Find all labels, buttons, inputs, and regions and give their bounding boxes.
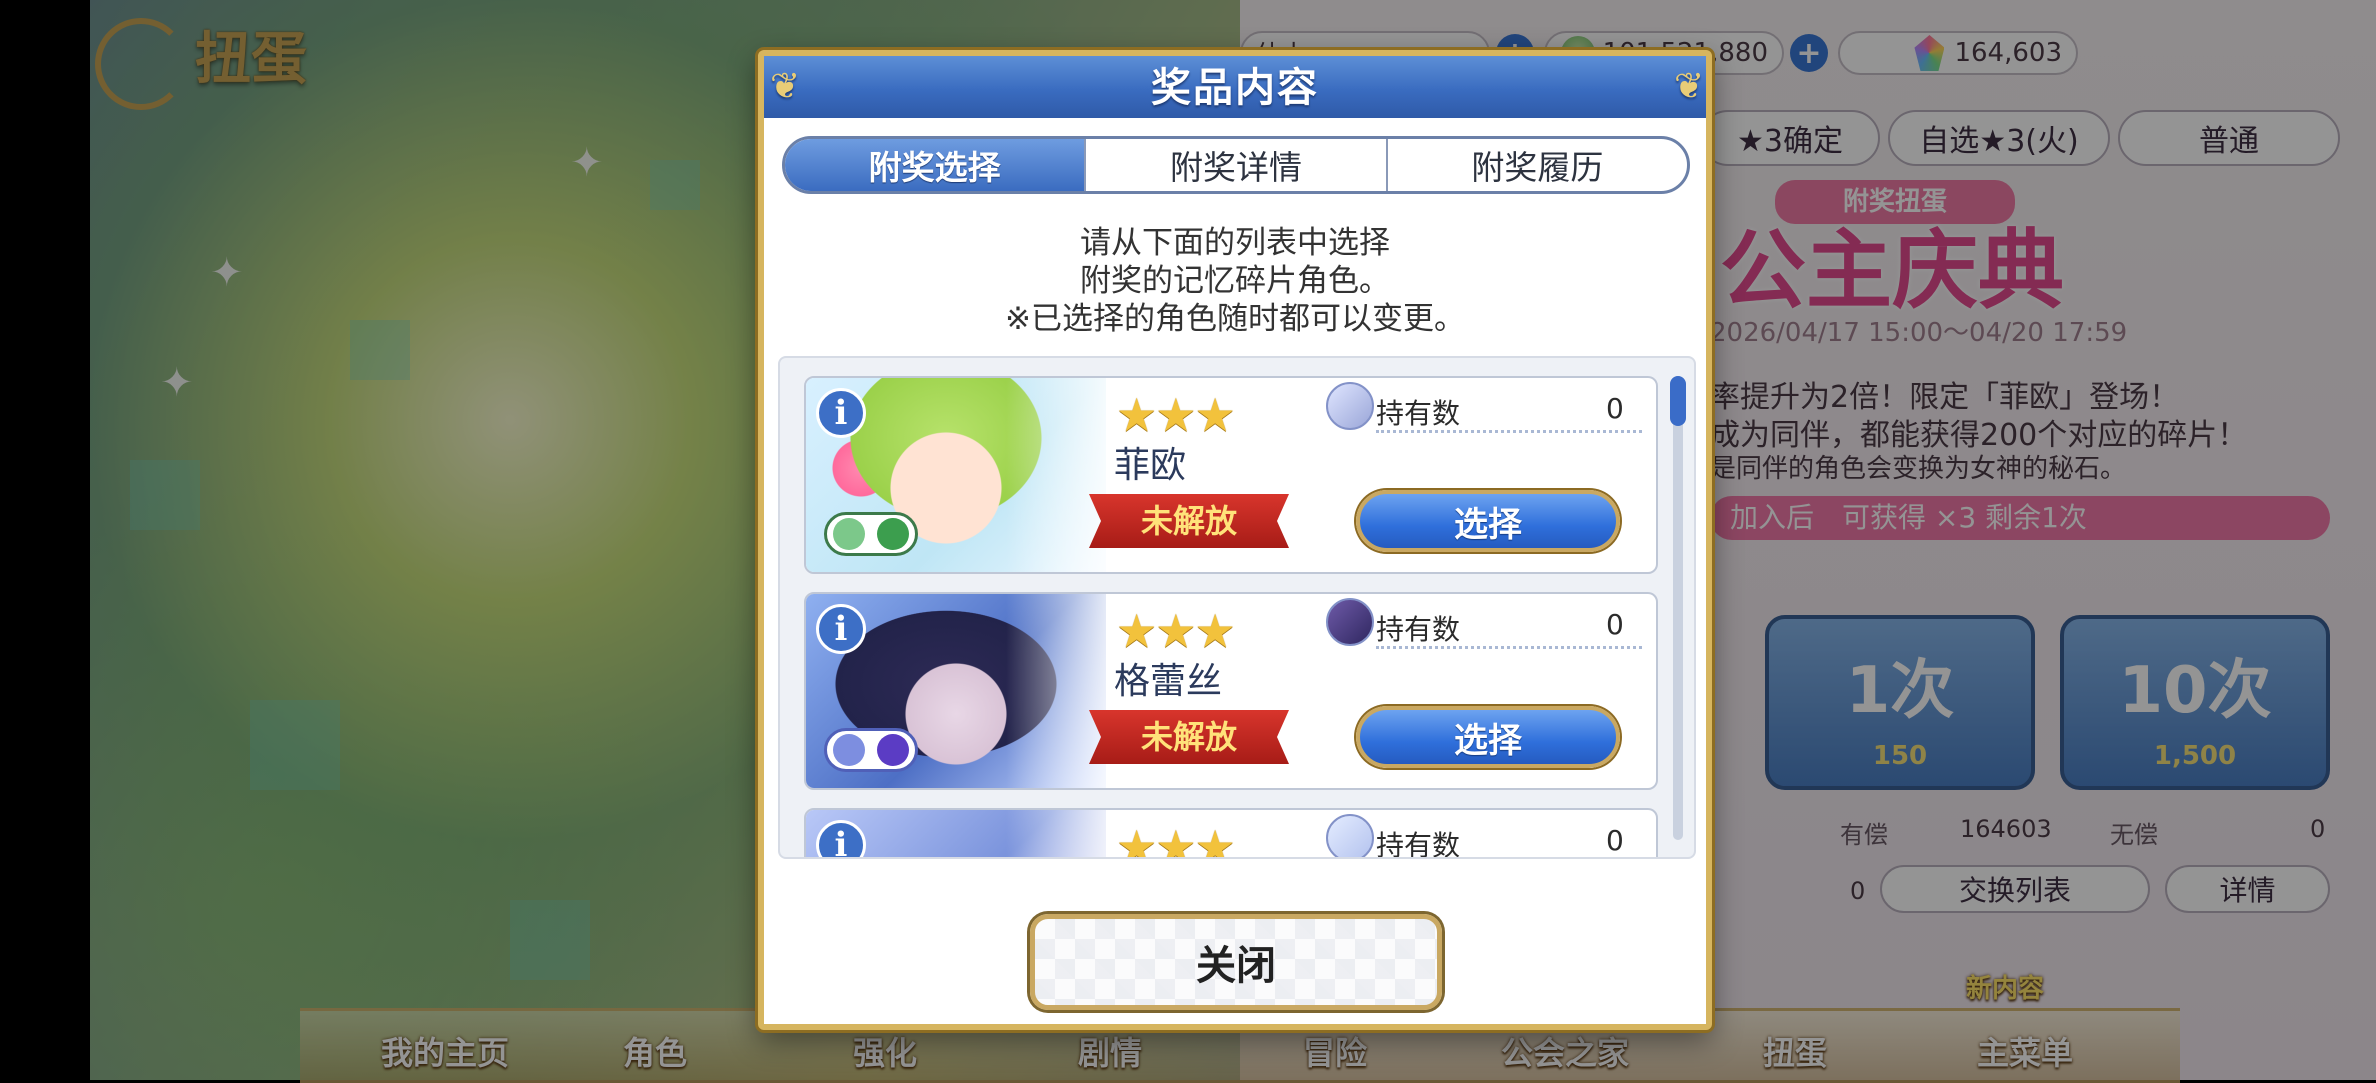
role-badge-icon — [824, 728, 918, 772]
header-ornament-right-icon: ❦ — [1674, 66, 1707, 107]
owned-count-label: 持有数 — [1376, 829, 1461, 859]
rarity-stars: ★★★ — [1116, 604, 1236, 658]
prize-content-dialog: 奖品内容 ❦ ❦ 附奖选择 附奖详情 附奖履历 请从下面的列表中选择 附奖的记忆… — [758, 50, 1712, 1030]
info-icon[interactable]: i — [816, 604, 866, 654]
memory-piece-icon — [1326, 814, 1374, 857]
instruction-line-2: 附奖的记忆碎片角色。 — [1080, 263, 1390, 299]
rarity-stars: ★★★ — [1116, 820, 1236, 859]
locked-status-badge: 未解放 — [1089, 494, 1289, 548]
dialog-tabs: 附奖选择 附奖详情 附奖履历 — [782, 136, 1690, 194]
character-card-3: i ★★★ 持有数 0 — [804, 808, 1658, 859]
select-button[interactable]: 选择 — [1356, 490, 1620, 552]
owned-divider — [1376, 646, 1642, 649]
character-list[interactable]: i ★★★ 菲欧 未解放 持有数 0 选择 i ★★★ 格蕾丝 未解放 持有数 … — [778, 356, 1696, 859]
role-badge-icon — [824, 512, 918, 556]
memory-piece-icon — [1326, 382, 1374, 430]
owned-count-value: 0 — [1606, 824, 1624, 857]
owned-count-value: 0 — [1606, 608, 1624, 641]
info-icon[interactable]: i — [816, 388, 866, 438]
list-scrollbar[interactable] — [1670, 376, 1686, 840]
dialog-title: 奖品内容 — [1151, 65, 1319, 111]
locked-status-badge: 未解放 — [1089, 710, 1289, 764]
character-card-grace: i ★★★ 格蕾丝 未解放 持有数 0 选择 — [804, 592, 1658, 790]
owned-divider — [1376, 430, 1642, 433]
select-button[interactable]: 选择 — [1356, 706, 1620, 768]
scrollbar-thumb[interactable] — [1670, 376, 1686, 426]
portrait-fade — [1006, 810, 1126, 857]
instruction-line-3: ※已选择的角色随时都可以变更。 — [1005, 301, 1465, 337]
tab-bonus-history[interactable]: 附奖履历 — [1388, 139, 1687, 191]
tab-bonus-select[interactable]: 附奖选择 — [785, 139, 1087, 191]
owned-count-label: 持有数 — [1376, 613, 1461, 646]
character-name: 菲欧 — [1114, 445, 1187, 486]
header-ornament-left-icon: ❦ — [770, 66, 803, 107]
character-card-fio: i ★★★ 菲欧 未解放 持有数 0 选择 — [804, 376, 1658, 574]
owned-count-value: 0 — [1606, 392, 1624, 425]
rarity-stars: ★★★ — [1116, 388, 1236, 442]
instructions-text: 请从下面的列表中选择 附奖的记忆碎片角色。 ※已选择的角色随时都可以变更。 — [764, 224, 1706, 338]
character-name: 格蕾丝 — [1114, 661, 1223, 702]
dialog-header: 奖品内容 ❦ ❦ — [764, 56, 1706, 118]
tab-bonus-details[interactable]: 附奖详情 — [1086, 139, 1388, 191]
instruction-line-1: 请从下面的列表中选择 — [1080, 225, 1390, 261]
owned-count-label: 持有数 — [1376, 397, 1461, 430]
close-button[interactable]: 关闭 — [1030, 914, 1442, 1010]
memory-piece-icon — [1326, 598, 1374, 646]
